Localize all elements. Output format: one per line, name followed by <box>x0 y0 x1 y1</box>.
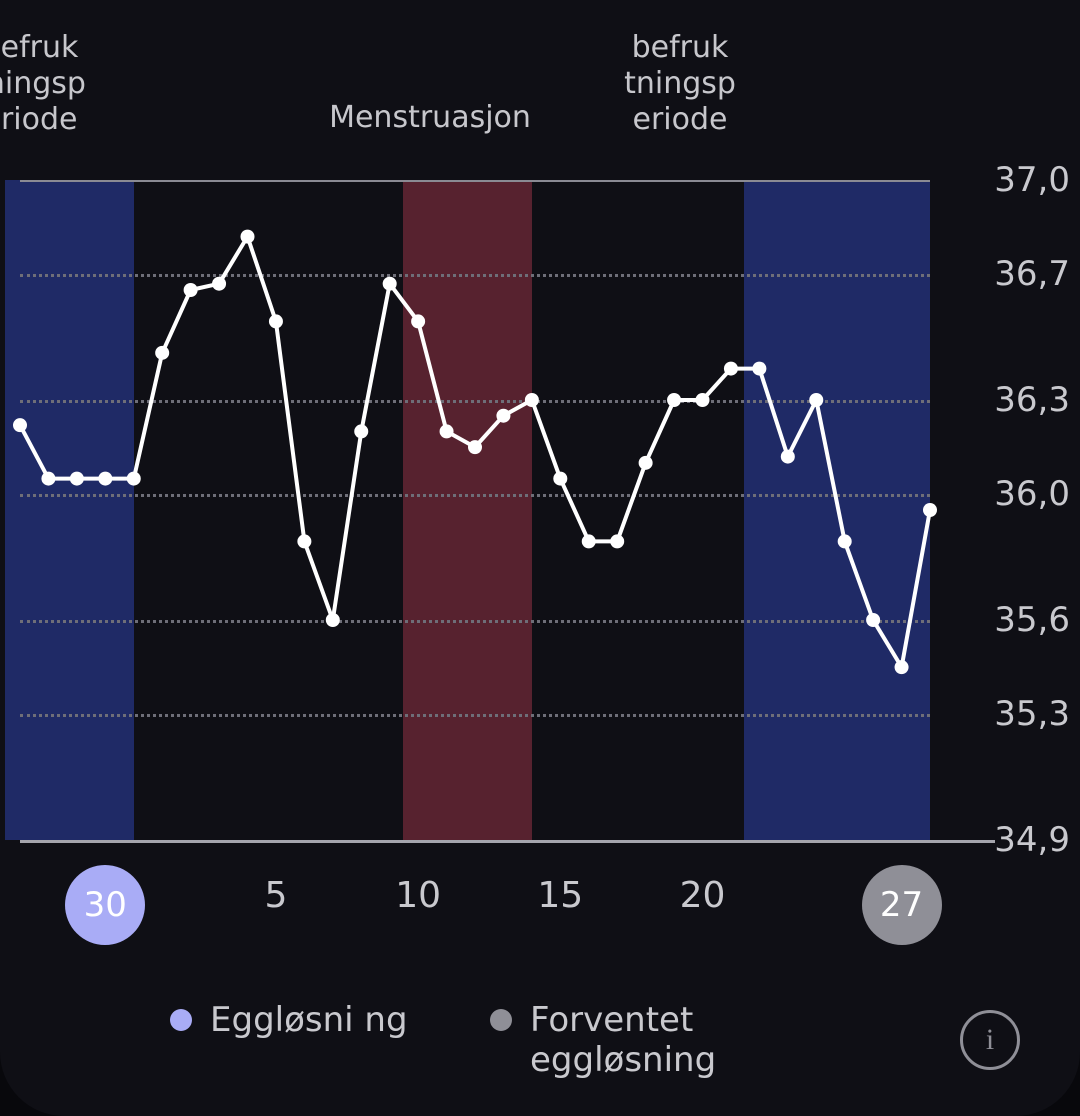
y-tick-label: 34,9 <box>960 820 1070 860</box>
expected-ovulation-day-badge[interactable]: 27 <box>862 865 942 945</box>
y-tick-label: 35,3 <box>960 694 1070 734</box>
x-tick-label: 10 <box>395 875 441 916</box>
chart-card: befruk tningsp eriode Menstruasjon befru… <box>0 0 1080 1116</box>
info-icon[interactable]: i <box>960 1010 1020 1070</box>
phase-label-fertile-right: befruk tningsp eriode <box>600 30 760 138</box>
y-tick-label: 37,0 <box>960 160 1070 200</box>
x-axis: 51015203027 <box>20 870 930 990</box>
legend-label: Eggløsni ng <box>210 1000 408 1040</box>
legend-item-expected-ovulation: Forventet eggløsning <box>490 1000 750 1080</box>
x-tick-label: 5 <box>264 875 287 916</box>
legend-item-ovulation: Eggløsni ng <box>170 1000 430 1040</box>
expected-ovulation-dot-icon <box>490 1009 512 1031</box>
ovulation-day-badge[interactable]: 30 <box>65 865 145 945</box>
chart-plot[interactable] <box>20 180 930 840</box>
y-tick-label: 36,7 <box>960 254 1070 294</box>
x-tick-label: 15 <box>537 875 583 916</box>
temperature-line <box>20 180 930 840</box>
y-tick-label: 36,3 <box>960 380 1070 420</box>
y-tick-label: 36,0 <box>960 474 1070 514</box>
phase-label-fertile-left: befruk tningsp eriode <box>0 30 110 138</box>
phase-label-menstruation: Menstruasjon <box>300 100 560 136</box>
ovulation-dot-icon <box>170 1009 192 1031</box>
x-axis-line <box>20 840 995 843</box>
legend: Eggløsni ng Forventet eggløsning <box>170 1000 750 1080</box>
y-tick-label: 35,6 <box>960 600 1070 640</box>
legend-label: Forventet eggløsning <box>530 1000 750 1080</box>
x-tick-label: 20 <box>680 875 726 916</box>
